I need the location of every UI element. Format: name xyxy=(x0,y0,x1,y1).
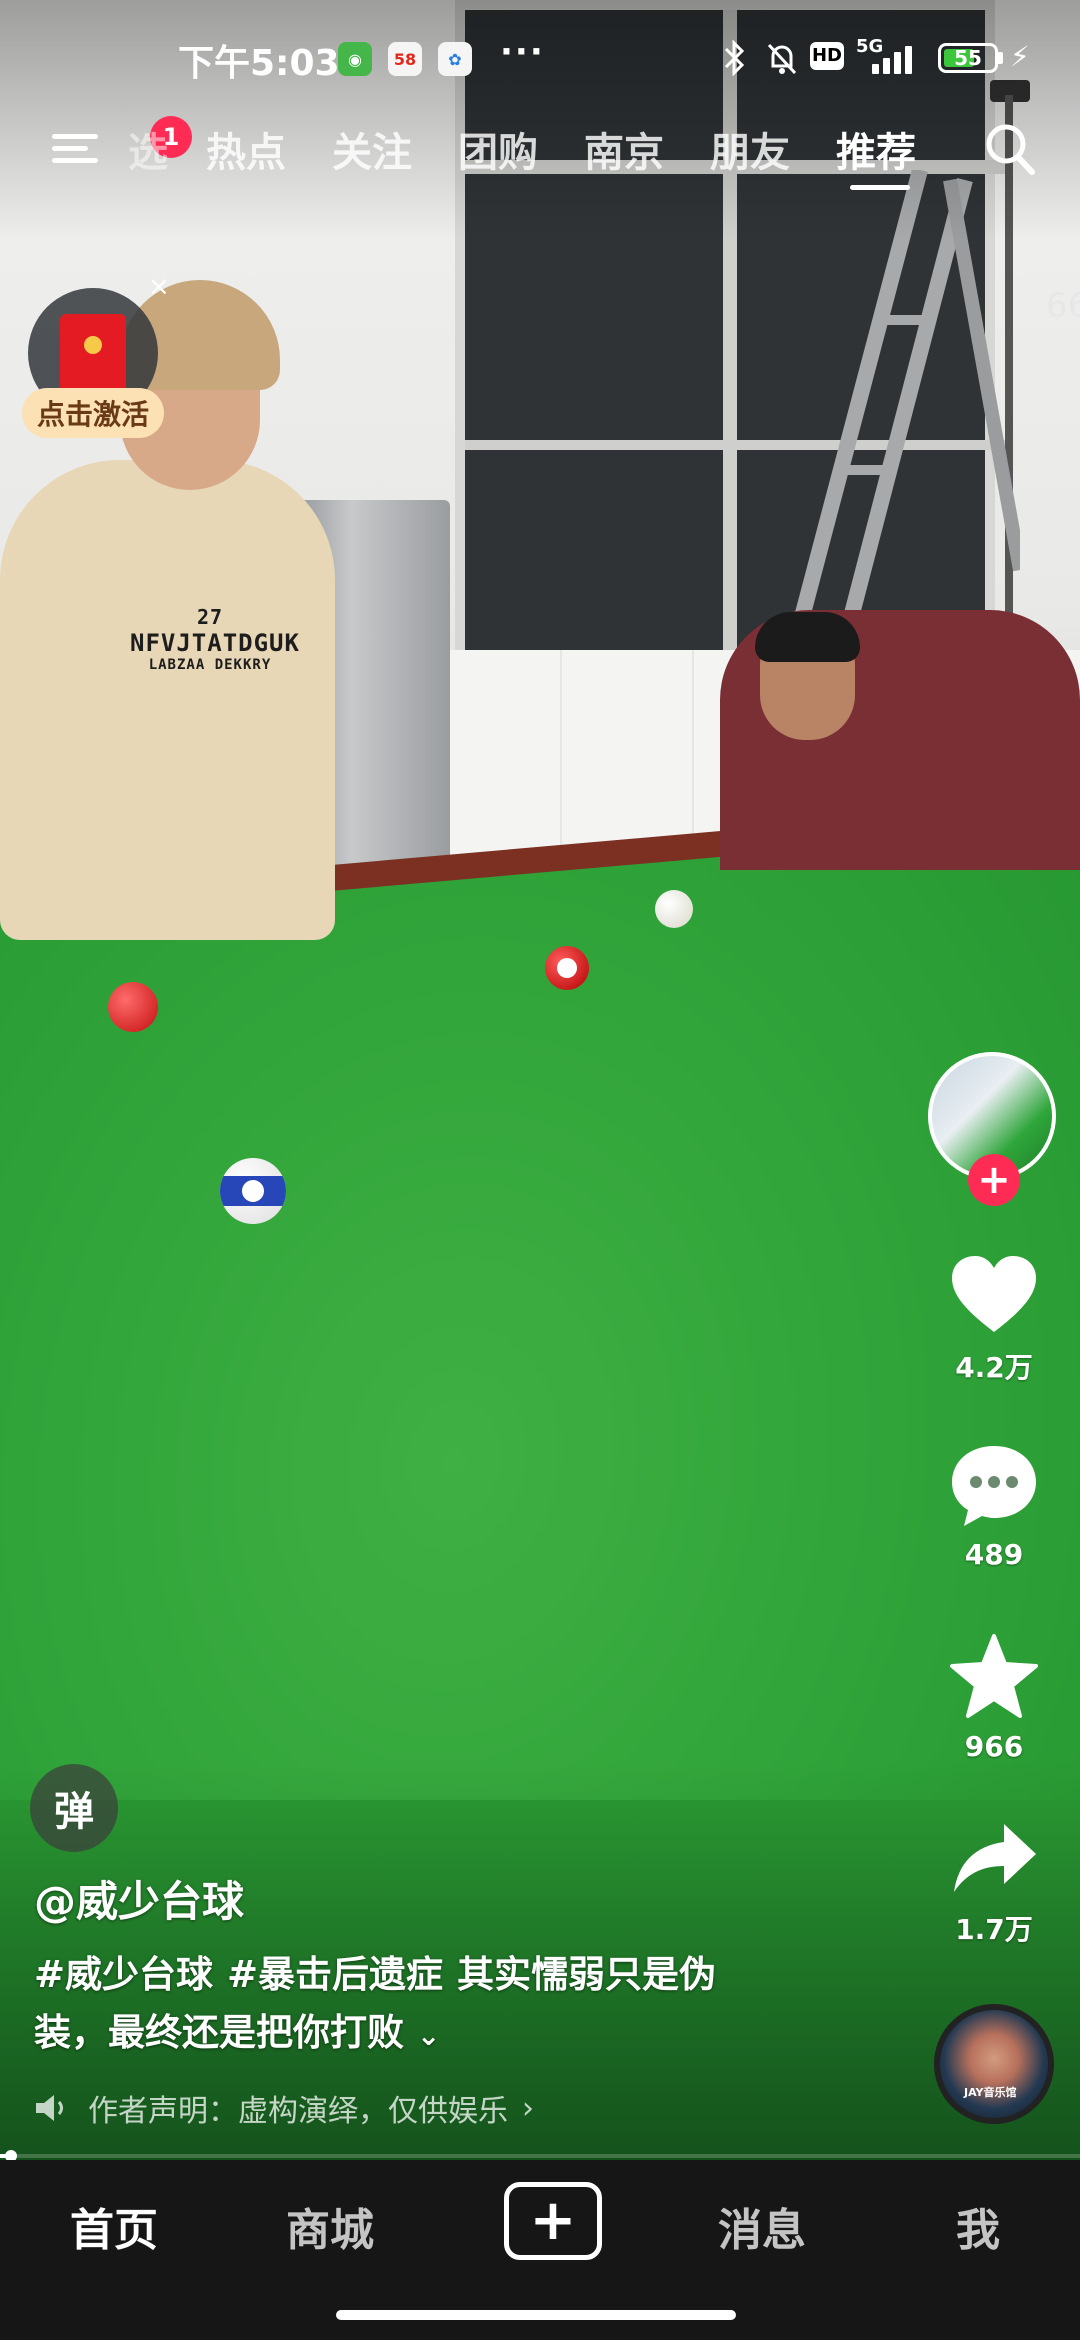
cloud-app-icon: ✿ xyxy=(438,42,472,76)
battery-tip xyxy=(998,52,1003,64)
shirt-print: 27 NFVJTATDGUK LABZAA DEKKRY xyxy=(130,605,300,673)
status-bar: 下午5:03 ◉ 58 ✿ ··· HD 5G 55 ⚡ xyxy=(0,0,1080,115)
music-tag: JAY音乐馆 xyxy=(964,2086,1017,2099)
ball-11 xyxy=(545,946,589,990)
hashtag[interactable]: #威少台球 xyxy=(34,1953,213,1996)
menu-icon[interactable]: 1 xyxy=(52,116,192,168)
cue-ball xyxy=(655,890,693,928)
create-button[interactable]: + xyxy=(504,2182,602,2260)
standing-player xyxy=(0,460,335,940)
home-indicator[interactable] xyxy=(336,2310,736,2320)
cat-app-icon: ◉ xyxy=(338,42,372,76)
hd-icon: HD xyxy=(810,42,844,70)
author-declaration[interactable]: 作者声明：虚构演绎，仅供娱乐 › xyxy=(34,2086,534,2130)
shooting-player-hair xyxy=(755,612,860,662)
tab-nanjing[interactable]: 南京 xyxy=(584,120,664,178)
tab-hot[interactable]: 热点 xyxy=(206,120,286,178)
search-icon[interactable] xyxy=(982,118,1038,178)
caption-text-line2: 装，最终还是把你打败 xyxy=(34,2011,404,2054)
nav-messages[interactable]: 消息 xyxy=(718,2194,806,2258)
music-disc[interactable]: JAY音乐馆 xyxy=(934,2004,1054,2124)
favorite-button[interactable]: 966 xyxy=(934,1632,1054,1763)
close-icon[interactable]: × xyxy=(148,272,170,302)
red-ball xyxy=(108,982,158,1032)
declaration-arrow-icon: › xyxy=(522,2090,534,2126)
edge-counter: 66 xyxy=(1046,286,1080,326)
nav-me[interactable]: 我 xyxy=(956,2194,1000,2258)
58-app-icon: 58 xyxy=(388,42,422,76)
danmu-toggle-button[interactable]: 弹 xyxy=(30,1764,118,1852)
video-caption: #威少台球 #暴击后遗症 其实懦弱只是伪 装，最终还是把你打败 ⌄ xyxy=(34,1946,794,2065)
bottom-nav: 首页 商城 + 消息 我 xyxy=(0,2160,1080,2340)
expand-caption-icon[interactable]: ⌄ xyxy=(417,2019,440,2052)
tab-recommend[interactable]: 推荐 xyxy=(836,120,916,178)
red-envelope-icon xyxy=(60,314,126,392)
mute-bell-icon xyxy=(764,40,800,83)
video-progress-bar[interactable] xyxy=(0,2150,1080,2162)
clock: 下午5:03 xyxy=(178,43,340,84)
battery-level: 55 xyxy=(954,46,982,70)
speaker-icon xyxy=(36,2095,63,2121)
star-icon xyxy=(950,1634,1038,1718)
comment-count: 489 xyxy=(964,1538,1024,1571)
top-nav: 1 选 热点 关注 团购 南京 朋友 推荐 xyxy=(0,110,1080,200)
share-count: 1.7万 xyxy=(955,1913,1033,1946)
declaration-text: 作者声明：虚构演绎，仅供娱乐 xyxy=(88,2094,508,2129)
favorite-count: 966 xyxy=(964,1730,1024,1763)
share-arrow-icon xyxy=(954,1824,1036,1892)
comment-button[interactable]: 489 xyxy=(934,1442,1054,1571)
video-frame[interactable]: 27 NFVJTATDGUK LABZAA DEKKRY xyxy=(0,0,1080,2160)
caption-text: 其实懦弱只是伪 xyxy=(457,1953,717,1996)
share-button[interactable]: 1.7万 xyxy=(934,1818,1054,1948)
signal-icon xyxy=(872,44,924,74)
screen: 27 NFVJTATDGUK LABZAA DEKKRY 下午5:03 ◉ 58… xyxy=(0,0,1080,2340)
follow-button[interactable]: + xyxy=(968,1154,1020,1206)
bluetooth-icon xyxy=(722,39,748,83)
tab-group-buy[interactable]: 团购 xyxy=(458,120,538,178)
charging-icon: ⚡ xyxy=(1010,40,1030,73)
ball-10 xyxy=(220,1158,286,1224)
tab-selected-partial[interactable]: 选 xyxy=(128,120,168,178)
more-notifications-icon: ··· xyxy=(500,32,545,72)
active-tab-indicator xyxy=(850,185,910,190)
author-name[interactable]: @威少台球 xyxy=(34,1868,244,1929)
like-button[interactable]: 4.2万 xyxy=(934,1252,1054,1386)
tab-following[interactable]: 关注 xyxy=(332,120,412,178)
comment-icon xyxy=(952,1446,1036,1526)
nav-mall[interactable]: 商城 xyxy=(286,2194,374,2258)
tab-friends[interactable]: 朋友 xyxy=(710,120,790,178)
heart-icon xyxy=(952,1256,1036,1332)
hashtag[interactable]: #暴击后遗症 xyxy=(227,1953,443,1996)
nav-home[interactable]: 首页 xyxy=(70,2194,158,2258)
like-count: 4.2万 xyxy=(955,1351,1033,1384)
battery-icon: 55 xyxy=(938,43,998,73)
activate-button[interactable]: 点击激活 xyxy=(22,388,164,438)
